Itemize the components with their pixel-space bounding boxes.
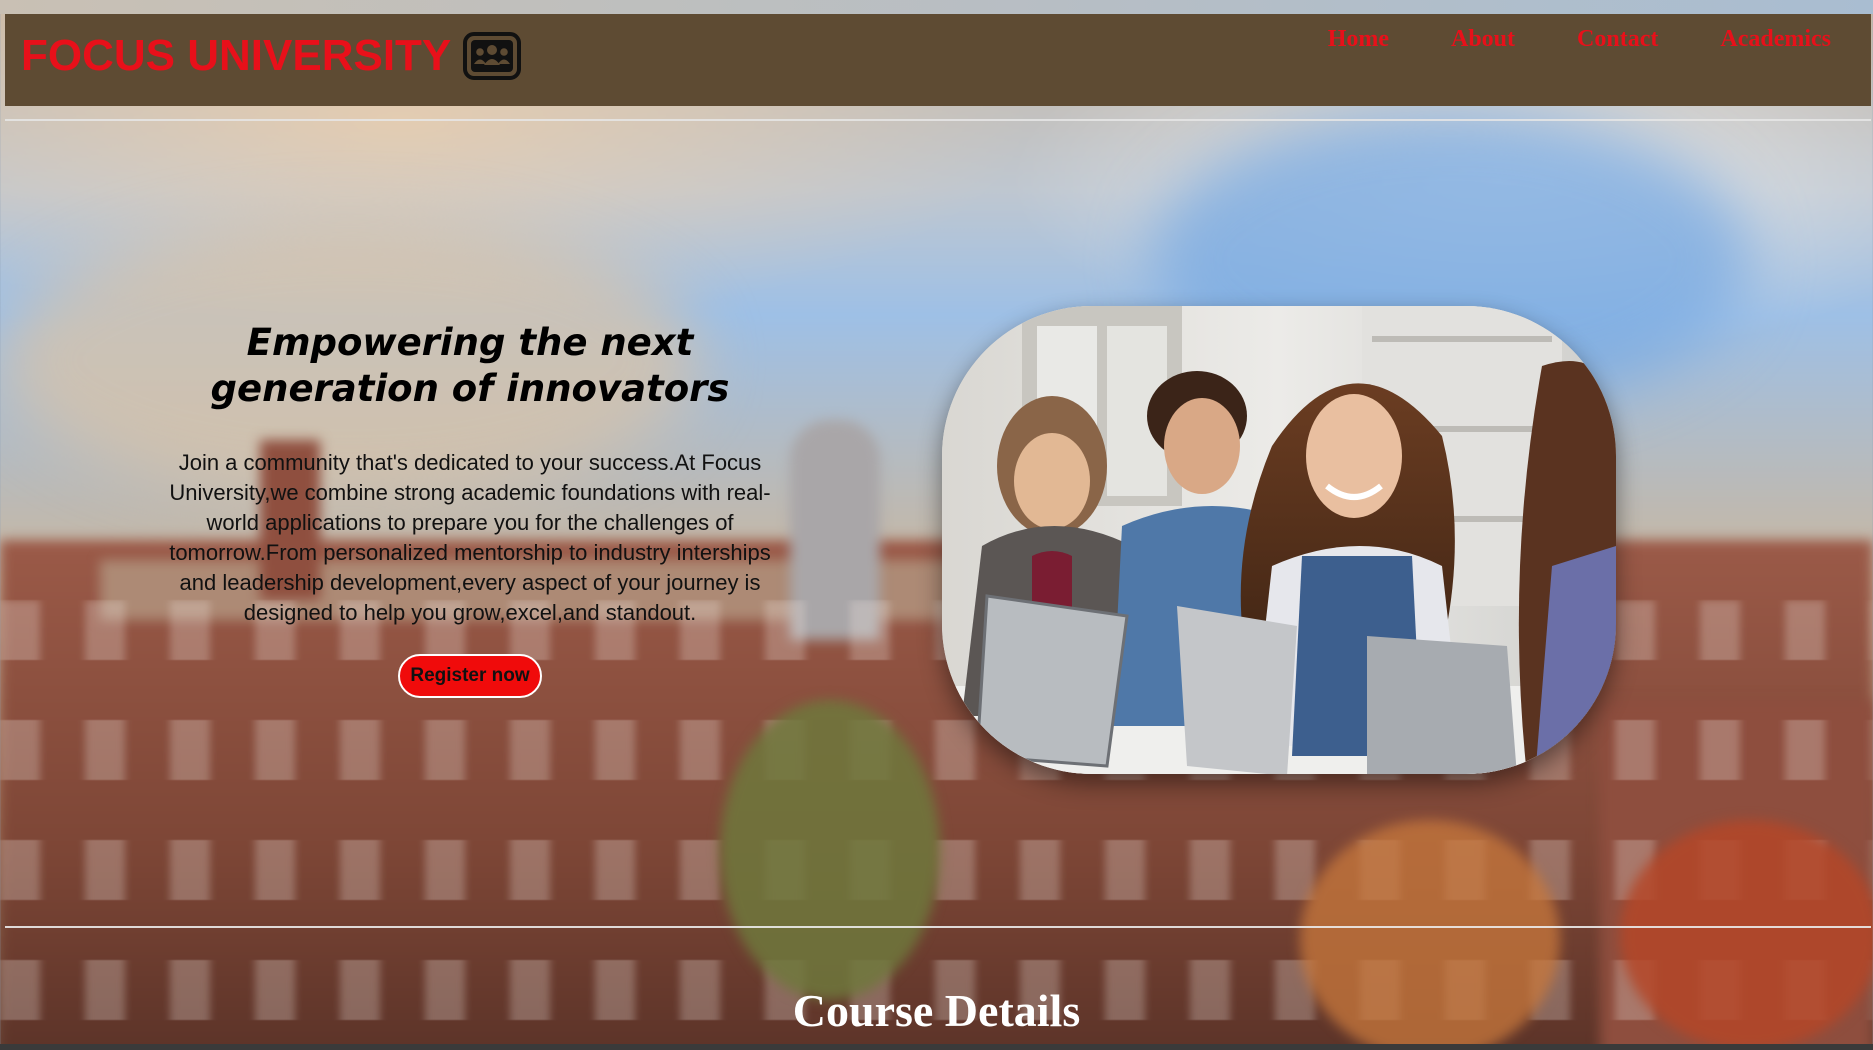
- nav-home-link[interactable]: Home: [1328, 26, 1389, 53]
- register-now-button[interactable]: Register now: [398, 654, 542, 698]
- bottom-edge: [0, 1044, 1873, 1050]
- brand-logo[interactable]: FOCUS UNIVERSITY: [21, 31, 522, 80]
- students-with-laptops-photo: [942, 306, 1616, 774]
- divider: [5, 926, 1871, 928]
- top-strip: [0, 0, 1873, 14]
- hero-section: Empowering the next generation of innova…: [150, 320, 790, 698]
- course-details-heading: Course Details: [792, 985, 1081, 1036]
- hero-description: Join a community that's dedicated to you…: [169, 450, 771, 625]
- hero-title: Empowering the next generation of innova…: [210, 321, 730, 410]
- group-icon: [463, 32, 522, 80]
- brand-name: FOCUS UNIVERSITY: [21, 31, 452, 80]
- site-header: FOCUS UNIVERSITY Home About Contact Acad…: [5, 14, 1871, 106]
- main-nav: Home About Contact Academics: [1328, 26, 1831, 53]
- nav-academics-link[interactable]: Academics: [1720, 26, 1831, 53]
- divider: [5, 119, 1871, 121]
- nav-contact-link[interactable]: Contact: [1577, 26, 1658, 53]
- nav-about-link[interactable]: About: [1451, 26, 1515, 53]
